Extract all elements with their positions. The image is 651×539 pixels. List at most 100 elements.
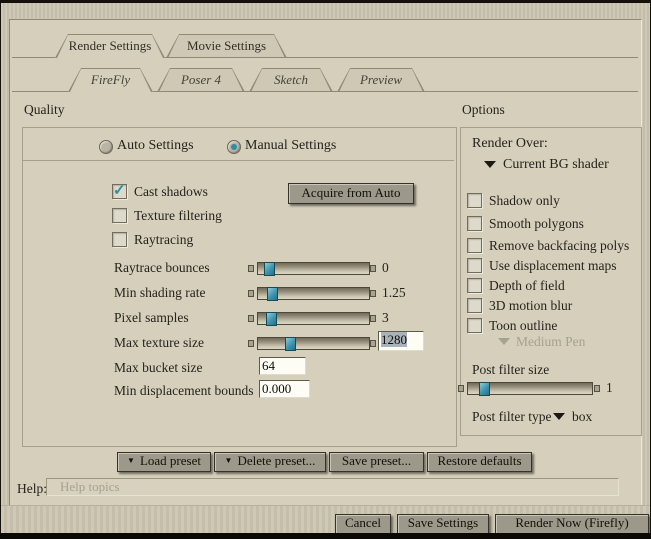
- load-preset-button[interactable]: ▼Load preset: [117, 452, 211, 472]
- tab-row-divider: [153, 91, 638, 92]
- use-displacement-maps-checkbox[interactable]: [467, 258, 482, 273]
- render-now-button[interactable]: Render Now (Firefly): [495, 514, 649, 534]
- slider-track[interactable]: [257, 287, 370, 300]
- min-displacement-bounds-input[interactable]: 0.000: [259, 380, 310, 398]
- max-bucket-size-input[interactable]: 64: [259, 357, 306, 375]
- slider-left-cap[interactable]: [248, 340, 254, 347]
- depth-of-field-checkbox[interactable]: [467, 278, 482, 293]
- post-filter-size-value: 1: [606, 381, 613, 395]
- restore-defaults-button[interactable]: Restore defaults: [427, 452, 532, 472]
- tab-row-divider: [165, 57, 638, 58]
- post-filter-size-slider[interactable]: [458, 382, 600, 395]
- delete-preset-button[interactable]: ▼ Delete preset...: [214, 452, 326, 472]
- raytrace-bounces-value: 0: [382, 261, 389, 275]
- slider-right-cap[interactable]: [594, 385, 600, 392]
- texture-filtering-label: Texture filtering: [134, 209, 222, 223]
- motion-blur-label: 3D motion blur: [489, 299, 572, 313]
- render-over-label: Render Over:: [472, 137, 548, 151]
- depth-of-field-label: Depth of field: [489, 279, 565, 293]
- tab-label: Render Settings: [55, 34, 165, 58]
- tab-label: FireFly: [68, 68, 153, 92]
- slider-left-cap[interactable]: [458, 385, 464, 392]
- slider-track[interactable]: [257, 262, 370, 275]
- tab-poser4[interactable]: Poser 4: [157, 68, 245, 92]
- cancel-button[interactable]: Cancel: [335, 514, 391, 534]
- slider-right-cap[interactable]: [370, 290, 376, 297]
- quality-divider: [23, 160, 454, 161]
- toon-outline-checkbox[interactable]: [467, 318, 482, 333]
- smooth-polygons-label: Smooth polygons: [489, 217, 584, 231]
- auto-settings-label: Auto Settings: [117, 139, 194, 153]
- toon-pen-value: Medium Pen: [516, 335, 585, 349]
- max-bucket-size-label: Max bucket size: [114, 361, 202, 375]
- quality-heading: Quality: [24, 103, 65, 117]
- slider-right-cap[interactable]: [370, 315, 376, 322]
- remove-backfacing-polys-checkbox[interactable]: [467, 238, 482, 253]
- tab-row-divider: [12, 91, 68, 92]
- window-bottom-edge: [0, 533, 651, 539]
- use-displacement-maps-label: Use displacement maps: [489, 259, 616, 273]
- raytrace-bounces-slider[interactable]: [248, 262, 376, 275]
- button-label: Delete preset...: [237, 453, 315, 468]
- slider-right-cap[interactable]: [370, 340, 376, 347]
- min-displacement-bounds-label: Min displacement bounds: [114, 384, 253, 398]
- slider-track[interactable]: [257, 337, 370, 350]
- slider-track[interactable]: [467, 382, 593, 395]
- save-preset-button[interactable]: Save preset...: [329, 452, 424, 472]
- auto-settings-radio[interactable]: [99, 140, 113, 154]
- acquire-from-auto-button[interactable]: Acquire from Auto: [288, 183, 414, 204]
- cast-shadows-label: Cast shadows: [134, 185, 208, 199]
- post-filter-type-value[interactable]: box: [572, 410, 592, 424]
- tab-row-divider: [12, 57, 55, 58]
- motion-blur-checkbox[interactable]: [467, 298, 482, 313]
- slider-left-cap[interactable]: [248, 265, 254, 272]
- tab-label: Poser 4: [157, 68, 245, 92]
- slider-thumb[interactable]: [264, 262, 275, 276]
- min-shading-rate-value: 1.25: [382, 286, 406, 300]
- tab-movie-settings[interactable]: Movie Settings: [166, 34, 287, 58]
- help-topics-field[interactable]: Help topics: [46, 478, 619, 496]
- slider-thumb[interactable]: [266, 312, 277, 326]
- pixel-samples-value: 3: [382, 311, 389, 325]
- slider-thumb[interactable]: [479, 382, 490, 396]
- max-texture-size-input[interactable]: 1280: [378, 331, 424, 351]
- help-label: Help:: [17, 482, 47, 496]
- slider-track[interactable]: [257, 312, 370, 325]
- manual-settings-label: Manual Settings: [245, 139, 336, 153]
- dropdown-arrow-icon: ▼: [225, 453, 233, 469]
- manual-settings-radio[interactable]: [227, 140, 241, 154]
- render-over-value[interactable]: Current BG shader: [503, 158, 609, 172]
- slider-thumb[interactable]: [285, 337, 296, 351]
- cast-shadows-checkbox[interactable]: [112, 184, 127, 199]
- shadow-only-checkbox[interactable]: [467, 193, 482, 208]
- post-filter-size-label: Post filter size: [472, 363, 549, 377]
- shadow-only-label: Shadow only: [489, 194, 560, 208]
- smooth-polygons-checkbox[interactable]: [467, 216, 482, 231]
- post-filter-type-label: Post filter type: [472, 410, 552, 424]
- button-label: Load preset: [140, 453, 201, 468]
- tab-firefly[interactable]: FireFly: [68, 68, 153, 92]
- texture-filtering-checkbox[interactable]: [112, 208, 127, 223]
- slider-left-cap[interactable]: [248, 315, 254, 322]
- min-shading-rate-slider[interactable]: [248, 287, 376, 300]
- slider-right-cap[interactable]: [370, 265, 376, 272]
- selected-text: 1280: [381, 332, 407, 347]
- raytracing-checkbox[interactable]: [112, 232, 127, 247]
- options-heading: Options: [462, 103, 505, 117]
- toon-pen-dropdown-arrow-icon: [498, 338, 510, 345]
- raytrace-bounces-label: Raytrace bounces: [114, 261, 210, 275]
- render-settings-dialog: Render Settings Movie Settings FireFly P…: [0, 0, 651, 539]
- post-filter-type-dropdown-arrow-icon[interactable]: [553, 413, 565, 420]
- tab-sketch[interactable]: Sketch: [249, 68, 333, 92]
- save-settings-button[interactable]: Save Settings: [397, 514, 489, 534]
- tab-label: Sketch: [249, 68, 333, 92]
- slider-thumb[interactable]: [267, 287, 278, 301]
- slider-left-cap[interactable]: [248, 290, 254, 297]
- max-texture-size-slider[interactable]: [248, 337, 376, 350]
- tab-preview[interactable]: Preview: [337, 68, 425, 92]
- tab-render-settings[interactable]: Render Settings: [55, 34, 165, 58]
- pixel-samples-label: Pixel samples: [114, 311, 189, 325]
- pixel-samples-slider[interactable]: [248, 312, 376, 325]
- render-over-dropdown-arrow-icon[interactable]: [484, 161, 496, 168]
- tab-label: Preview: [337, 68, 425, 92]
